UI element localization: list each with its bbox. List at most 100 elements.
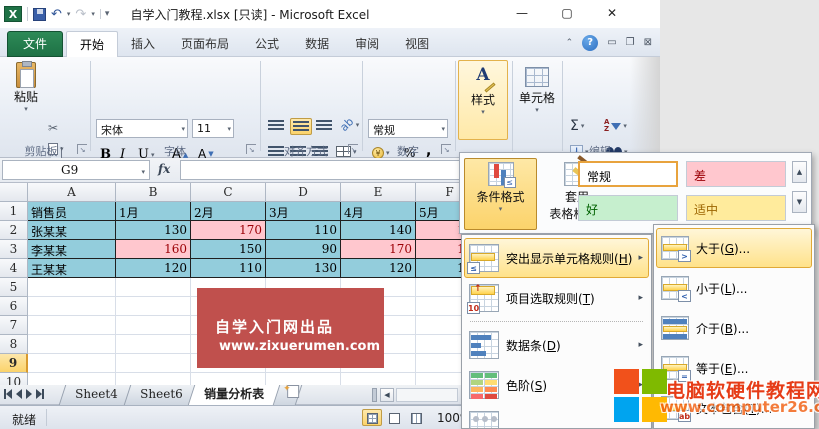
cell-A5[interactable] [28,278,116,297]
close-button[interactable]: ✕ [599,4,625,22]
cell-B1[interactable]: 1月 [116,202,191,221]
minimize-ribbon-icon[interactable]: ⌃ [566,38,574,48]
cell-A1[interactable]: 销售员 [28,202,116,221]
col-header-C[interactable]: C [191,183,266,202]
cell-B8[interactable] [116,335,191,354]
cell-B9[interactable] [116,354,191,373]
number-dialog-launcher-icon[interactable]: ↘ [441,144,451,154]
last-sheet-icon[interactable] [36,389,44,399]
cell-E4[interactable]: 120 [341,259,416,278]
autosum-button[interactable]: Σ▾ [570,119,584,133]
cell-B10[interactable] [116,373,191,385]
name-box[interactable]: G9▾ [2,160,150,180]
submenu-item-less-than[interactable]: <小于(L)... [656,268,812,308]
font-dialog-launcher-icon[interactable]: ↘ [246,144,256,154]
col-header-A[interactable]: A [28,183,116,202]
cell-D10[interactable] [266,373,341,385]
insert-function-icon[interactable]: fx [158,162,170,176]
align-top-button[interactable] [268,120,284,131]
row-header-2[interactable]: 2 [0,221,28,240]
cell-B2[interactable]: 130 [116,221,191,240]
row-header-4[interactable]: 4 [0,259,28,278]
cell-A3[interactable]: 李某某 [28,240,116,259]
cell-D1[interactable]: 3月 [266,202,341,221]
paste-button[interactable]: 粘贴 ▾ [8,60,44,140]
cell-A6[interactable] [28,297,116,316]
cell-B3[interactable]: 160 [116,240,191,259]
col-header-E[interactable]: E [341,183,416,202]
workbook-close-icon[interactable]: ⊠ [644,36,652,50]
cell-A7[interactable] [28,316,116,335]
tab-开始[interactable]: 开始 [66,31,118,57]
cell-style-neutral[interactable]: 适中 [686,195,786,221]
tab-插入[interactable]: 插入 [118,31,168,57]
maximize-button[interactable]: ▢ [554,4,580,22]
cell-E2[interactable]: 140 [341,221,416,240]
alignment-dialog-launcher-icon[interactable]: ↘ [348,144,358,154]
conditional-formatting-button[interactable]: ≤ 条件格式 ▾ [464,158,537,230]
tab-数据[interactable]: 数据 [292,31,342,57]
tab-视图[interactable]: 视图 [392,31,442,57]
cell-C3[interactable]: 150 [191,240,266,259]
font-name-combo[interactable]: 宋体▾ [96,119,188,138]
styles-button[interactable]: A 样式 ▾ [458,60,508,140]
tab-公式[interactable]: 公式 [242,31,292,57]
sheet-tab-销量分析表[interactable]: 销量分析表 [188,385,281,405]
gallery-scroll-down-icon[interactable]: ▼ [792,191,807,213]
row-header-5[interactable]: 5 [0,278,28,297]
submenu-item-greater-than[interactable]: >大于(G)... [656,228,812,268]
workbook-minimize-icon[interactable]: ▭ [607,36,616,50]
cell-C1[interactable]: 2月 [191,202,266,221]
tab-审阅[interactable]: 审阅 [342,31,392,57]
sheet-tab-Sheet4[interactable]: Sheet4 [59,385,134,405]
number-format-combo[interactable]: 常规▾ [368,119,448,138]
menu-item-top-bottom-rules[interactable]: ↑10项目选取规则(T)▸ [464,278,649,318]
tab-file[interactable]: 文件 [7,31,63,57]
cell-A2[interactable]: 张某某 [28,221,116,240]
row-header-1[interactable]: 1 [0,202,28,221]
paste-dropdown-icon[interactable]: ▾ [8,105,44,113]
cell-C4[interactable]: 110 [191,259,266,278]
clipboard-dialog-launcher-icon[interactable]: ↘ [77,144,87,154]
cell-D4[interactable]: 130 [266,259,341,278]
cell-A8[interactable] [28,335,116,354]
cell-B7[interactable] [116,316,191,335]
row-header-6[interactable]: 6 [0,297,28,316]
normal-view-button[interactable] [362,409,382,426]
font-size-combo[interactable]: 11▾ [192,119,234,138]
previous-sheet-icon[interactable] [16,389,22,399]
cell-B5[interactable] [116,278,191,297]
cell-C2[interactable]: 170 [191,221,266,240]
cell-A9[interactable] [28,354,116,373]
row-header-9[interactable]: 9 [0,354,28,373]
cell-style-normal[interactable]: 常规 [578,161,678,187]
row-header-7[interactable]: 7 [0,316,28,335]
hscroll-track[interactable] [396,388,458,402]
minimize-button[interactable]: — [509,4,535,22]
cell-D2[interactable]: 110 [266,221,341,240]
select-all-corner[interactable] [0,183,28,202]
align-bottom-button[interactable] [316,120,332,131]
cell-style-bad[interactable]: 差 [686,161,786,187]
cell-E10[interactable] [341,373,416,385]
page-layout-view-button[interactable] [384,409,404,426]
workbook-restore-icon[interactable]: ❐ [626,36,635,50]
cell-A4[interactable]: 王某某 [28,259,116,278]
cut-button[interactable]: ✂ [48,121,58,135]
row-header-8[interactable]: 8 [0,335,28,354]
page-break-view-button[interactable] [406,409,426,426]
menu-item-data-bars[interactable]: 数据条(D)▸ [464,325,649,365]
row-header-10[interactable]: 10 [0,373,28,385]
submenu-item-between[interactable]: 介于(B)... [656,308,812,348]
help-icon[interactable]: ? [582,35,598,51]
cell-E3[interactable]: 170 [341,240,416,259]
next-sheet-icon[interactable] [26,389,32,399]
orientation-button[interactable]: ab▾ [340,118,359,131]
tab-页面布局[interactable]: 页面布局 [168,31,242,57]
menu-item-highlight-cells-rules[interactable]: ≤突出显示单元格规则(H)▸ [464,238,649,278]
align-middle-button[interactable] [290,118,312,135]
first-sheet-icon[interactable] [4,389,12,399]
cell-E1[interactable]: 4月 [341,202,416,221]
cell-style-good[interactable]: 好 [578,195,678,221]
cell-C10[interactable] [191,373,266,385]
